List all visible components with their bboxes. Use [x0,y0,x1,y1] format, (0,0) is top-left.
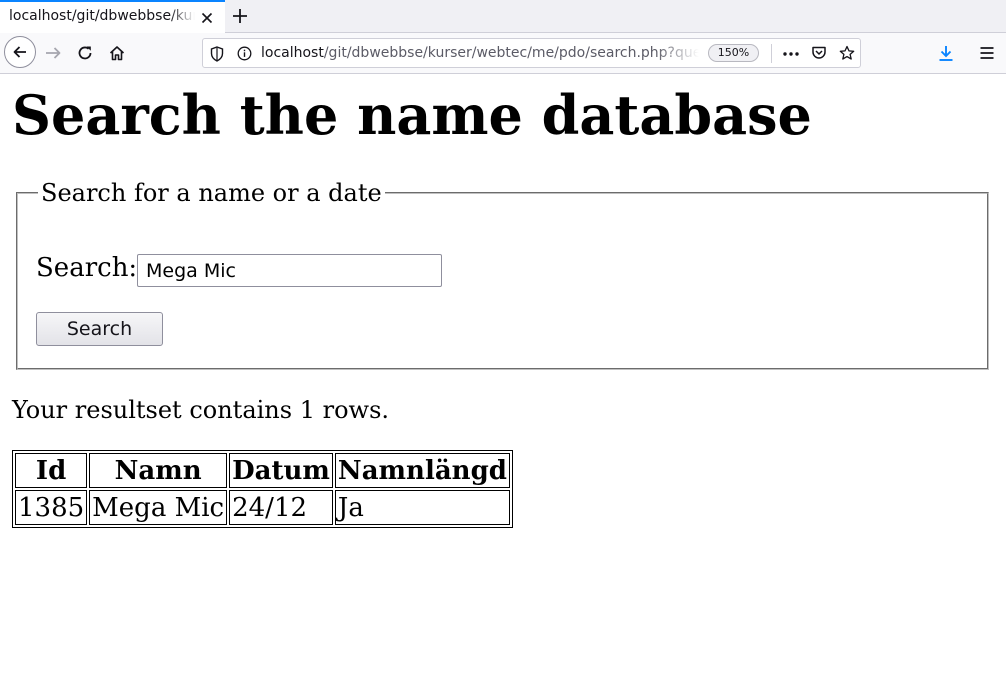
url-separator [771,44,772,63]
search-button[interactable]: Search [36,312,163,346]
address-bar[interactable]: localhost/git/dbwebbse/kurser/webtec/me/… [202,38,861,68]
column-header-id: Id [15,453,88,488]
cell-id: 1385 [15,490,88,525]
downloads-icon[interactable] [937,44,955,62]
active-tab[interactable]: localhost/git/dbwebbse/kurser/webtec/me/… [0,0,225,33]
table-row: 1385 Mega Mic 24/12 Ja [15,490,510,525]
url-host: localhost [261,45,324,61]
forward-arrow-icon[interactable] [44,44,62,62]
page-content: Search the name database Search for a na… [0,74,1006,691]
search-label: Search: [36,253,138,283]
column-header-namn: Namn [89,453,228,488]
reload-icon[interactable] [76,44,94,62]
bookmark-star-icon[interactable] [839,45,855,61]
cell-namnlangd: Ja [334,490,510,525]
tracking-protection-icon[interactable] [210,46,224,62]
tab-title: localhost/git/dbwebbse/kurser/webtec/me/… [9,8,195,24]
site-info-icon[interactable] [237,46,252,61]
cell-namn: Mega Mic [89,490,228,525]
column-header-namnlangd: Namnlängd [334,453,510,488]
tab-strip: localhost/git/dbwebbse/kurser/webtec/me/… [0,0,1006,33]
page-title: Search the name database [12,83,812,147]
navigation-bar: localhost/git/dbwebbse/kurser/webtec/me/… [0,33,1006,74]
url-path: /git/dbwebbse/kurser/webtec/me/pdo/searc… [323,45,699,61]
results-table: Id Namn Datum Namnlängd 1385 Mega Mic 24… [12,450,513,528]
url-text[interactable]: localhost/git/dbwebbse/kurser/webtec/me/… [261,45,699,61]
fieldset-legend: Search for a name or a date [41,179,382,207]
zoom-level-badge[interactable]: 150% [708,44,759,62]
search-input[interactable] [137,254,442,287]
search-fieldset: Search for a name or a date Search: Sear… [16,179,989,370]
pocket-icon[interactable] [811,45,827,61]
home-icon[interactable] [108,44,126,62]
column-header-datum: Datum [229,453,333,488]
cell-datum: 24/12 [229,490,333,525]
menu-icon[interactable] [978,44,996,62]
back-arrow-icon [13,46,26,58]
new-tab-icon[interactable] [231,7,249,25]
close-tab-icon[interactable] [199,10,215,26]
back-button[interactable] [4,36,36,68]
more-actions-icon[interactable] [782,46,800,62]
result-count-text: Your resultset contains 1 rows. [12,396,390,424]
table-header-row: Id Namn Datum Namnlängd [15,453,510,488]
